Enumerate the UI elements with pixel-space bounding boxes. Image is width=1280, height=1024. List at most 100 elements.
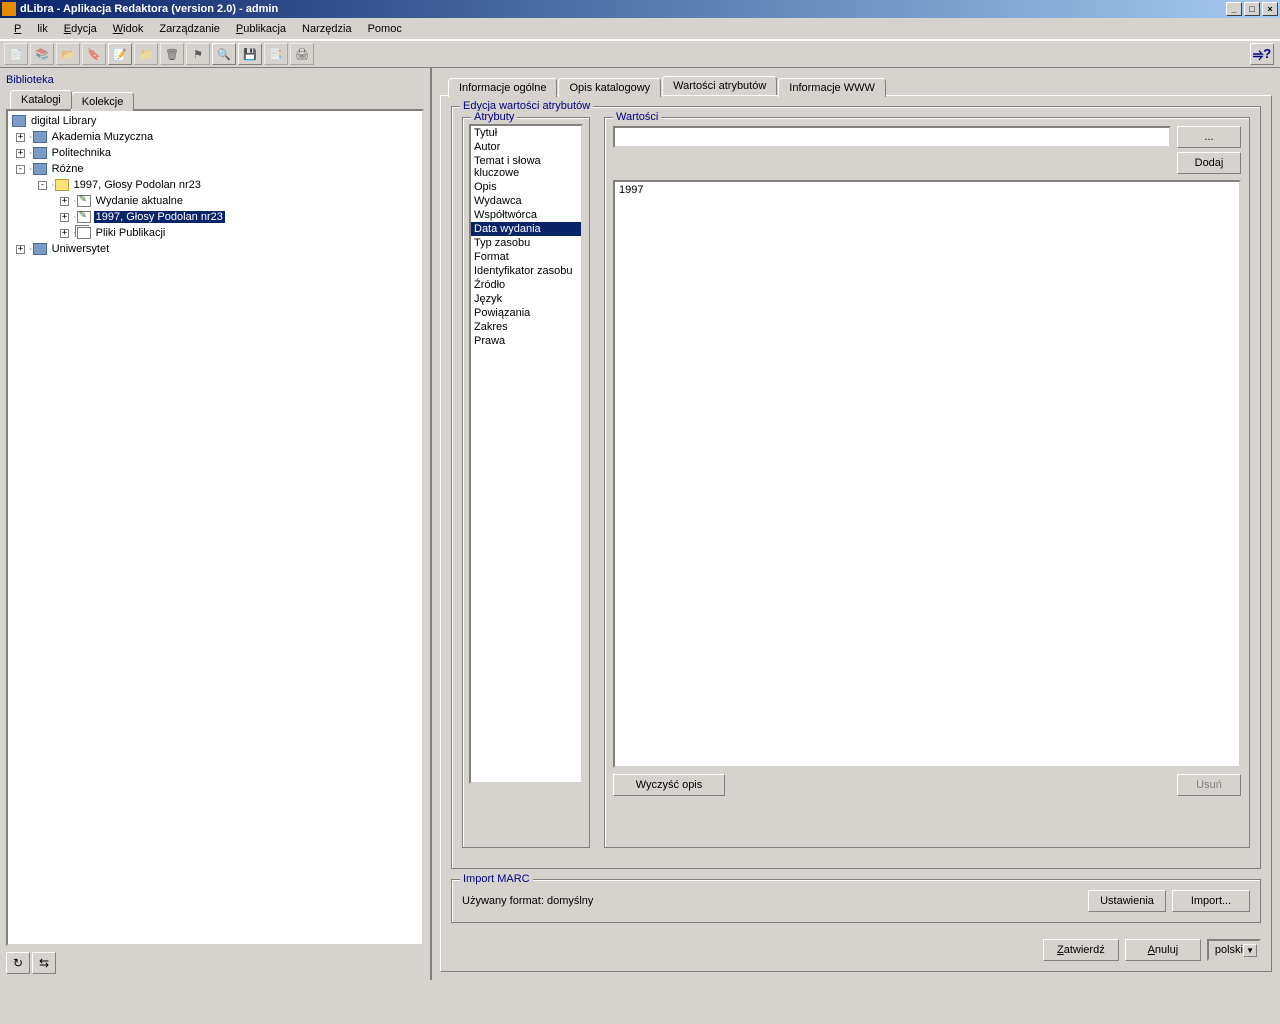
- toolbar-btn-5[interactable]: 📝: [108, 43, 132, 65]
- tree-sync-button[interactable]: ⇆: [32, 952, 56, 974]
- left-panel: Biblioteka Katalogi Kolekcje digital Lib…: [0, 68, 432, 980]
- tab-collections[interactable]: Kolekcje: [71, 92, 135, 111]
- window-title: dLibra - Aplikacja Redaktora (version 2.…: [20, 3, 1224, 15]
- attr-identifier[interactable]: Identyfikator zasobu: [471, 264, 581, 278]
- library-tree[interactable]: digital Library + · Akademia Muzyczna + …: [6, 109, 424, 946]
- collapse-toggle[interactable]: -: [16, 165, 25, 174]
- title-bar: dLibra - Aplikacja Redaktora (version 2.…: [0, 0, 1280, 18]
- attrs-legend: Atrybuty: [471, 111, 517, 123]
- toolbar-btn-7[interactable]: 🗑: [160, 43, 184, 65]
- attr-rights[interactable]: Prawa: [471, 334, 581, 348]
- tree-item[interactable]: + · Wydanie aktualne: [10, 193, 420, 209]
- tree-item[interactable]: - · Różne: [10, 161, 420, 177]
- tree-item[interactable]: + · Politechnika: [10, 145, 420, 161]
- expand-toggle[interactable]: +: [60, 229, 69, 238]
- menu-tools[interactable]: Narzędzia: [294, 21, 360, 37]
- attr-subject[interactable]: Temat i słowa kluczowe: [471, 154, 581, 180]
- attr-title[interactable]: Tytuł: [471, 126, 581, 140]
- attr-publisher[interactable]: Wydawca: [471, 194, 581, 208]
- minimize-button[interactable]: _: [1226, 2, 1242, 16]
- toolbar-help-button[interactable]: ⥤?: [1250, 43, 1274, 65]
- tab-catalog-desc[interactable]: Opis katalogowy: [558, 78, 661, 97]
- library-icon: [33, 131, 47, 143]
- tree-root[interactable]: digital Library: [10, 113, 420, 129]
- tree-refresh-button[interactable]: ↻: [6, 952, 30, 974]
- values-list[interactable]: 1997: [613, 180, 1241, 768]
- import-marc-group: Import MARC Używany format: domyślny Ust…: [451, 879, 1261, 923]
- toolbar-btn-search[interactable]: 🔍: [212, 43, 236, 65]
- toolbar-btn-1[interactable]: 📄: [4, 43, 28, 65]
- attributes-group: Atrybuty Tytuł Autor Temat i słowa klucz…: [462, 117, 590, 848]
- toolbar-btn-8[interactable]: ⚑: [186, 43, 210, 65]
- expand-toggle[interactable]: +: [60, 197, 69, 206]
- toolbar-btn-print[interactable]: 🖨: [290, 43, 314, 65]
- tab-general-info[interactable]: Informacje ogólne: [448, 78, 557, 97]
- menu-file[interactable]: Plik: [6, 21, 56, 37]
- delete-button[interactable]: Usuń: [1177, 774, 1241, 796]
- marc-settings-button[interactable]: Ustawienia: [1088, 890, 1166, 912]
- library-icon: [33, 243, 47, 255]
- library-icon: [33, 147, 47, 159]
- close-window-button[interactable]: ×: [1262, 2, 1278, 16]
- toolbar-btn-10[interactable]: 📑: [264, 43, 288, 65]
- toolbar: 📄 📚 📂 🔖 📝 📁 🗑 ⚑ 🔍 💾 📑 🖨 ⥤?: [0, 40, 1280, 68]
- attr-contributor[interactable]: Współtwórca: [471, 208, 581, 222]
- expand-toggle[interactable]: +: [16, 245, 25, 254]
- value-input[interactable]: [613, 126, 1171, 148]
- tab-www-info[interactable]: Informacje WWW: [778, 78, 886, 97]
- folder-icon: [55, 179, 69, 191]
- cancel-button[interactable]: Anuluj: [1125, 939, 1201, 961]
- values-group: Wartości ... Dodaj 1997: [604, 117, 1250, 848]
- attr-source[interactable]: Źródło: [471, 278, 581, 292]
- attr-coverage[interactable]: Zakres: [471, 320, 581, 334]
- tree-item[interactable]: - · 1997, Głosy Podolan nr23: [10, 177, 420, 193]
- marc-format-label: Używany format: domyślny: [462, 895, 1082, 907]
- toolbar-btn-2[interactable]: 📚: [30, 43, 54, 65]
- value-item[interactable]: 1997: [619, 184, 1235, 196]
- toolbar-btn-save[interactable]: 💾: [238, 43, 262, 65]
- marc-legend: Import MARC: [460, 873, 533, 885]
- tree-item[interactable]: + · Akademia Muzyczna: [10, 129, 420, 145]
- language-select[interactable]: polski: [1207, 939, 1261, 961]
- attr-language[interactable]: Język: [471, 292, 581, 306]
- tree-item-selected[interactable]: + · 1997, Głosy Podolan nr23: [10, 209, 420, 225]
- tree-item[interactable]: + · Pliki Publikacji: [10, 225, 420, 241]
- footer-buttons: Zatwierdź Anuluj polski: [451, 933, 1261, 961]
- attr-date[interactable]: Data wydania: [471, 222, 581, 236]
- edition-icon: [77, 195, 91, 207]
- toolbar-btn-6[interactable]: 📁: [134, 43, 158, 65]
- browse-button[interactable]: ...: [1177, 126, 1241, 148]
- menu-publication[interactable]: Publikacja: [228, 21, 294, 37]
- attribute-editor-group: Edycja wartości atrybutów Atrybuty Tytuł…: [451, 106, 1261, 869]
- expand-toggle[interactable]: +: [16, 149, 25, 158]
- menu-manage[interactable]: Zarządzanie: [151, 21, 228, 37]
- app-icon: [2, 2, 16, 16]
- attributes-list[interactable]: Tytuł Autor Temat i słowa kluczowe Opis …: [469, 124, 583, 784]
- menu-edit[interactable]: Edycja: [56, 21, 105, 37]
- menu-bar: Plik Edycja Widok Zarządzanie Publikacja…: [0, 18, 1280, 40]
- toolbar-btn-4[interactable]: 🔖: [82, 43, 106, 65]
- collapse-toggle[interactable]: -: [38, 181, 47, 190]
- attr-type[interactable]: Typ zasobu: [471, 236, 581, 250]
- clear-description-button[interactable]: Wyczyść opis: [613, 774, 725, 796]
- leftpane-title: Biblioteka: [6, 74, 424, 86]
- tab-catalogs[interactable]: Katalogi: [10, 90, 72, 109]
- confirm-button[interactable]: Zatwierdź: [1043, 939, 1119, 961]
- attr-relation[interactable]: Powiązania: [471, 306, 581, 320]
- expand-toggle[interactable]: +: [60, 213, 69, 222]
- add-button[interactable]: Dodaj: [1177, 152, 1241, 174]
- expand-toggle[interactable]: +: [16, 133, 25, 142]
- marc-import-button[interactable]: Import...: [1172, 890, 1250, 912]
- menu-view[interactable]: Widok: [105, 21, 152, 37]
- library-icon: [33, 163, 47, 175]
- attr-format[interactable]: Format: [471, 250, 581, 264]
- right-panel: Informacje ogólne Opis katalogowy Wartoś…: [432, 68, 1280, 980]
- attr-author[interactable]: Autor: [471, 140, 581, 154]
- toolbar-btn-3[interactable]: 📂: [56, 43, 80, 65]
- tab-attribute-values[interactable]: Wartości atrybutów: [662, 76, 777, 95]
- attr-description[interactable]: Opis: [471, 180, 581, 194]
- menu-help[interactable]: Pomoc: [360, 21, 410, 37]
- tree-item[interactable]: + · Uniwersytet: [10, 241, 420, 257]
- vals-legend: Wartości: [613, 111, 661, 123]
- maximize-button[interactable]: □: [1244, 2, 1260, 16]
